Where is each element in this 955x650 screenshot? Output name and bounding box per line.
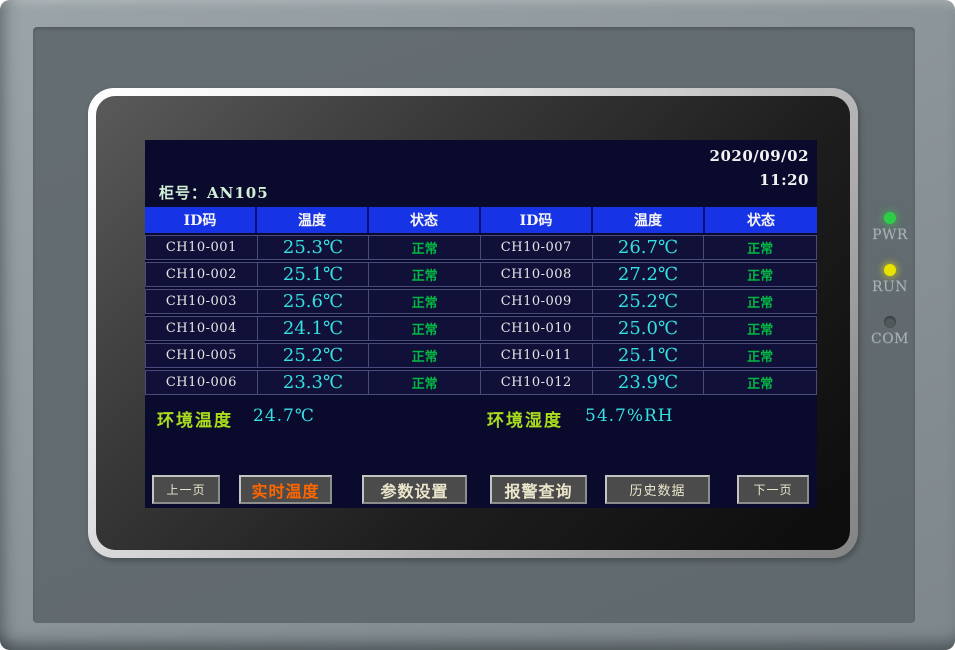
env-humidity-value: 54.7%RH — [585, 406, 674, 426]
channel-temp: 25.6℃ — [258, 290, 370, 313]
table-header-row: ID码 温度 状态 ID码 温度 状态 — [145, 207, 817, 233]
cabinet-label: 柜号：AN105 — [159, 182, 269, 203]
table-row: CH10-003 25.6℃ 正常 CH10-009 25.2℃ 正常 — [145, 289, 817, 314]
channel-id: CH10-006 — [146, 371, 258, 394]
col-header-id-2: ID码 — [481, 207, 593, 233]
lcd-display: 2020/09/02 11:20 柜号：AN105 ID码 温度 状态 ID码 … — [145, 140, 817, 508]
table-row: CH10-005 25.2℃ 正常 CH10-011 25.1℃ 正常 — [145, 343, 817, 368]
com-led-label: COM — [871, 331, 909, 347]
channel-id: CH10-008 — [481, 263, 593, 286]
col-header-temp-1: 温度 — [257, 207, 369, 233]
alarm-query-button[interactable]: 报警查询 — [490, 475, 587, 504]
pwr-led-icon — [884, 212, 896, 224]
nav-button-bar: 上一页 实时温度 参数设置 报警查询 历史数据 下一页 — [145, 475, 817, 505]
channel-status: 正常 — [369, 236, 481, 259]
prev-page-button[interactable]: 上一页 — [152, 475, 220, 504]
channel-id: CH10-003 — [146, 290, 258, 313]
channel-temp: 25.2℃ — [593, 290, 705, 313]
realtime-temp-button[interactable]: 实时温度 — [239, 475, 332, 504]
col-header-status-2: 状态 — [705, 207, 817, 233]
led-indicator-panel: PWR RUN COM — [862, 212, 918, 368]
col-header-temp-2: 温度 — [593, 207, 705, 233]
channel-status: 正常 — [704, 371, 816, 394]
channel-status: 正常 — [369, 344, 481, 367]
channel-status: 正常 — [704, 236, 816, 259]
channel-id: CH10-012 — [481, 371, 593, 394]
run-indicator: RUN — [872, 264, 908, 295]
datetime-display: 2020/09/02 11:20 — [710, 144, 809, 192]
channel-id: CH10-011 — [481, 344, 593, 367]
channel-id: CH10-009 — [481, 290, 593, 313]
channel-id: CH10-005 — [146, 344, 258, 367]
run-led-icon — [884, 264, 896, 276]
col-header-status-1: 状态 — [369, 207, 481, 233]
env-temp-label: 环境温度 — [157, 406, 233, 431]
channel-status: 正常 — [704, 317, 816, 340]
channel-status: 正常 — [369, 317, 481, 340]
temperature-table: ID码 温度 状态 ID码 温度 状态 CH10-001 25.3℃ 正常 CH… — [145, 207, 817, 395]
channel-temp: 25.1℃ — [593, 344, 705, 367]
channel-id: CH10-007 — [481, 236, 593, 259]
next-page-button[interactable]: 下一页 — [737, 475, 809, 504]
channel-status: 正常 — [704, 344, 816, 367]
table-row: CH10-002 25.1℃ 正常 CH10-008 27.2℃ 正常 — [145, 262, 817, 287]
channel-temp: 27.2℃ — [593, 263, 705, 286]
com-led-icon — [884, 316, 896, 328]
channel-temp: 25.3℃ — [258, 236, 370, 259]
col-header-id-1: ID码 — [145, 207, 257, 233]
channel-temp: 25.2℃ — [258, 344, 370, 367]
pwr-indicator: PWR — [872, 212, 908, 243]
channel-status: 正常 — [369, 263, 481, 286]
env-temp-value: 24.7℃ — [253, 406, 315, 426]
channel-temp: 23.9℃ — [593, 371, 705, 394]
channel-temp: 23.3℃ — [258, 371, 370, 394]
channel-id: CH10-004 — [146, 317, 258, 340]
channel-status: 正常 — [369, 371, 481, 394]
channel-status: 正常 — [704, 263, 816, 286]
env-humidity-label: 环境湿度 — [487, 406, 563, 431]
pwr-led-label: PWR — [872, 227, 908, 243]
history-data-button[interactable]: 历史数据 — [605, 475, 710, 504]
table-row: CH10-001 25.3℃ 正常 CH10-007 26.7℃ 正常 — [145, 235, 817, 260]
channel-temp: 24.1℃ — [258, 317, 370, 340]
channel-status: 正常 — [704, 290, 816, 313]
channel-temp: 26.7℃ — [593, 236, 705, 259]
param-settings-button[interactable]: 参数设置 — [362, 475, 467, 504]
time-text: 11:20 — [710, 168, 809, 192]
channel-id: CH10-002 — [146, 263, 258, 286]
hmi-device-frame: 2020/09/02 11:20 柜号：AN105 ID码 温度 状态 ID码 … — [0, 0, 955, 650]
com-indicator: COM — [871, 316, 909, 347]
channel-temp: 25.0℃ — [593, 317, 705, 340]
date-text: 2020/09/02 — [710, 144, 809, 168]
channel-id: CH10-001 — [146, 236, 258, 259]
table-row: CH10-004 24.1℃ 正常 CH10-010 25.0℃ 正常 — [145, 316, 817, 341]
channel-status: 正常 — [369, 290, 481, 313]
channel-temp: 25.1℃ — [258, 263, 370, 286]
environment-row: 环境温度 24.7℃ 环境湿度 54.7%RH — [145, 404, 817, 432]
channel-id: CH10-010 — [481, 317, 593, 340]
run-led-label: RUN — [872, 279, 908, 295]
table-row: CH10-006 23.3℃ 正常 CH10-012 23.9℃ 正常 — [145, 370, 817, 395]
